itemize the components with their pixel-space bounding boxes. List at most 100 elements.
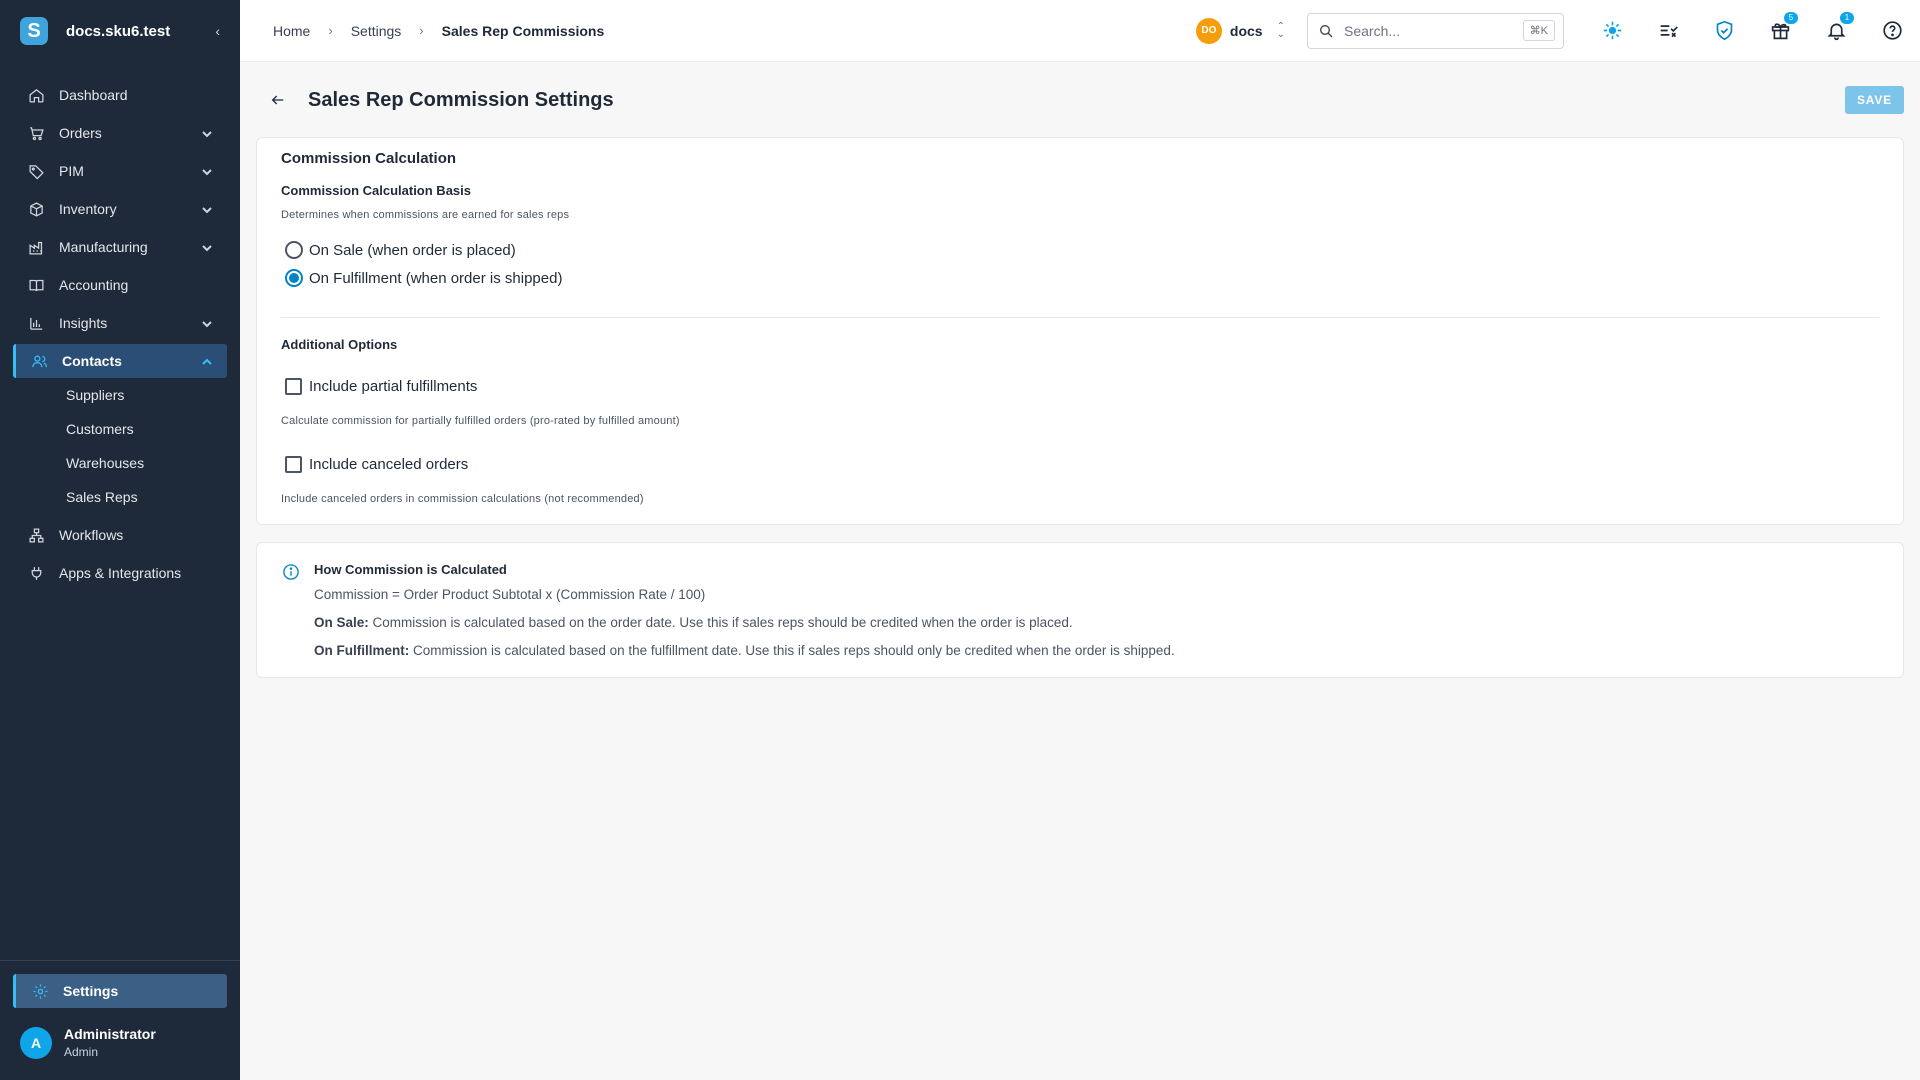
chevron-down-icon (201, 317, 213, 329)
canceled-help: Include canceled orders in commission ca… (281, 493, 644, 505)
info-on-fulfillment-text: Commission is calculated based on the fu… (409, 643, 1175, 658)
radio-button-checked[interactable] (285, 269, 303, 287)
brand-name: docs.sku6.test (66, 22, 171, 40)
workspace-badge: DO (1195, 17, 1222, 44)
factory-icon (27, 238, 45, 256)
commission-info-card: How Commission is Calculated Commission … (256, 542, 1904, 678)
checkbox-partial-fulfillments[interactable]: Include partial fulfillments (285, 378, 477, 395)
sidebar-item-manufacturing[interactable]: Manufacturing (13, 230, 227, 264)
sidebar-subitem-customers[interactable]: Customers (0, 412, 240, 446)
chevron-down-icon (201, 165, 213, 177)
sidebar-item-label: PIM (59, 163, 84, 179)
sidebar-item-label: Manufacturing (59, 239, 148, 255)
sidebar-item-pim[interactable]: PIM (13, 154, 227, 188)
chevron-down-icon (201, 127, 213, 139)
radio-on-fulfillment[interactable]: On Fulfillment (when order is shipped) (285, 269, 562, 287)
sidebar-item-label: Workflows (59, 527, 124, 543)
additional-options-label: Additional Options (281, 337, 398, 352)
search-input[interactable] (1344, 22, 1523, 39)
sidebar-divider (0, 960, 240, 961)
sidebar-item-orders[interactable]: Orders (13, 116, 227, 150)
info-on-sale: On Sale: Commission is calculated based … (314, 615, 1073, 630)
notification-badge: 1 (1840, 11, 1854, 24)
card-title: Commission Calculation (281, 150, 457, 167)
brand-logo-icon[interactable]: S (20, 17, 48, 45)
sidebar-item-inventory[interactable]: Inventory (13, 192, 227, 226)
page-header: Sales Rep Commission Settings SAVE (240, 62, 1920, 138)
checkbox-label: Include partial fulfillments (309, 378, 478, 395)
sidebar-item-accounting[interactable]: Accounting (13, 268, 227, 302)
user-name: Administrator (64, 1026, 156, 1042)
security-button[interactable] (1712, 19, 1736, 43)
back-button[interactable] (270, 90, 290, 110)
book-icon (27, 276, 45, 294)
chevron-down-icon (201, 203, 213, 215)
basis-help: Determines when commissions are earned f… (281, 209, 570, 221)
sidebar-item-contacts[interactable]: Contacts (13, 344, 227, 378)
bar-chart-icon (27, 314, 45, 332)
tag-icon (27, 162, 45, 180)
plug-icon (27, 564, 45, 582)
contacts-submenu: Suppliers Customers Warehouses Sales Rep… (0, 378, 240, 514)
sidebar-item-label: Dashboard (59, 87, 128, 103)
search-shortcut: ⌘K (1522, 20, 1555, 41)
radio-label: On Fulfillment (when order is shipped) (309, 269, 563, 287)
checkbox[interactable] (285, 456, 302, 473)
user-profile[interactable]: A Administrator Admin (20, 1026, 156, 1059)
sidebar-item-workflows[interactable]: Workflows (13, 518, 227, 552)
save-button[interactable]: SAVE (1845, 86, 1904, 114)
breadcrumb-current: Sales Rep Commissions (441, 22, 605, 39)
checkbox-label: Include canceled orders (309, 456, 469, 473)
sidebar-subitem-warehouses[interactable]: Warehouses (0, 446, 240, 480)
gear-icon (33, 983, 48, 999)
chevron-up-down-icon: ⌃ ⌄ (1276, 20, 1285, 40)
ai-sparkle-button[interactable] (1600, 19, 1624, 43)
breadcrumb-settings[interactable]: Settings (351, 23, 402, 39)
search-icon (1320, 24, 1333, 37)
breadcrumb-separator: › (328, 23, 333, 38)
partial-help: Calculate commission for partially fulfi… (281, 415, 680, 427)
avatar: A (20, 1026, 52, 1059)
commission-calculation-card: Commission Calculation Commission Calcul… (256, 137, 1904, 525)
user-text: Administrator Admin (64, 1026, 156, 1059)
sidebar-item-insights[interactable]: Insights (13, 306, 227, 340)
checkbox-canceled-orders[interactable]: Include canceled orders (285, 456, 468, 473)
sidebar-item-label: Orders (59, 125, 102, 141)
arrow-left-icon (271, 95, 284, 105)
radio-on-sale[interactable]: On Sale (when order is placed) (285, 241, 516, 259)
sidebar-item-label: Contacts (62, 353, 122, 369)
notifications-button[interactable]: 1 (1824, 11, 1854, 43)
workflow-icon (27, 526, 45, 544)
help-icon (1882, 21, 1902, 40)
sidebar-item-label: Accounting (59, 277, 129, 293)
users-icon (30, 352, 48, 370)
info-formula: Commission = Order Product Subtotal x (C… (314, 587, 706, 602)
sidebar-nav: Dashboard Orders PIM Inventory Manufactu… (0, 78, 240, 590)
workspace-switcher[interactable]: DO docs ⌃ ⌄ (1195, 17, 1285, 44)
chevron-down-icon (201, 241, 213, 253)
workspace-name: docs (1229, 22, 1263, 39)
info-on-fulfillment-term: On Fulfillment: (314, 643, 410, 658)
sidebar-item-dashboard[interactable]: Dashboard (13, 78, 227, 112)
sidebar-item-settings[interactable]: Settings (13, 974, 227, 1008)
checkbox[interactable] (285, 378, 302, 395)
sidebar-item-label: Apps & Integrations (59, 565, 182, 581)
sidebar-item-apps-integrations[interactable]: Apps & Integrations (13, 556, 227, 590)
home-icon (27, 86, 45, 104)
cart-icon (27, 124, 45, 142)
collapse-sidebar-icon[interactable]: ‹ (215, 23, 220, 39)
gift-badge: 5 (1784, 11, 1798, 24)
tasks-button[interactable] (1656, 19, 1680, 43)
sidebar-subitem-suppliers[interactable]: Suppliers (0, 378, 240, 412)
box-icon (27, 200, 45, 218)
sidebar: S docs.sku6.test ‹ Dashboard Orders PIM … (0, 0, 240, 1080)
user-role: Admin (64, 1045, 99, 1059)
breadcrumb-separator: › (419, 23, 424, 38)
sparkle-icon (1603, 21, 1621, 40)
breadcrumb-home[interactable]: Home (273, 23, 310, 39)
search-box[interactable]: ⌘K (1307, 12, 1564, 49)
help-button[interactable] (1880, 19, 1904, 43)
sidebar-subitem-sales-reps[interactable]: Sales Reps (0, 480, 240, 514)
radio-button-unchecked[interactable] (285, 241, 303, 259)
gifts-button[interactable]: 5 (1768, 11, 1798, 43)
